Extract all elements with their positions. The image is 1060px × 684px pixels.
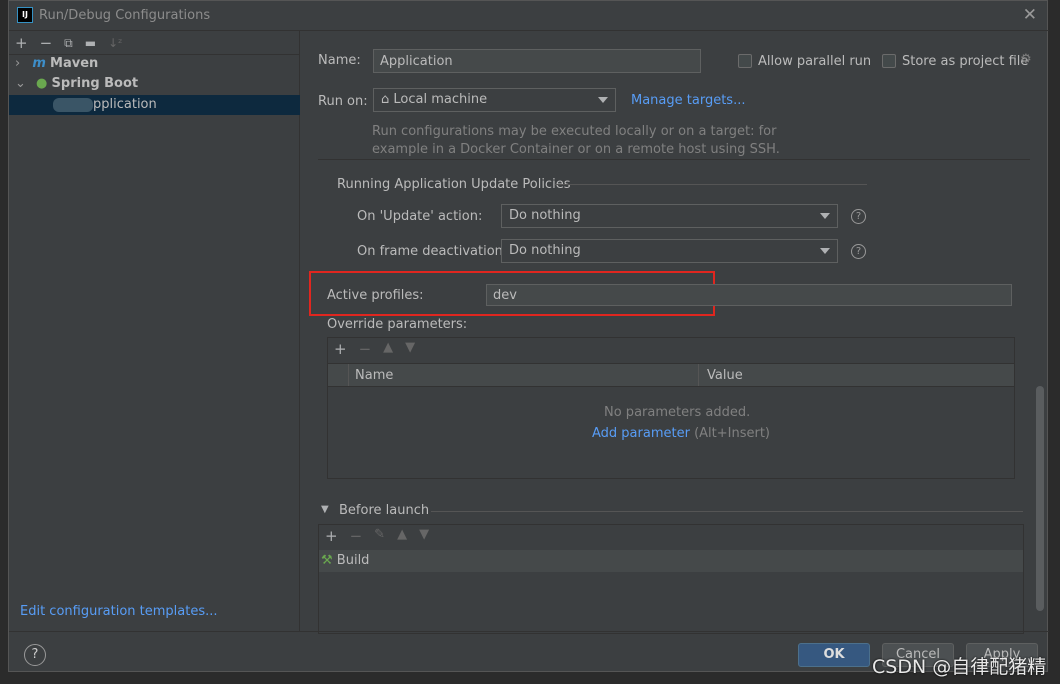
tree-item-maven[interactable]: › m Maven xyxy=(15,56,300,76)
override-params-table: + − ▲ ▼ Name Value No parameters added. … xyxy=(327,337,1015,479)
plus-icon[interactable]: + xyxy=(325,527,338,545)
intellij-logo: IJ xyxy=(17,7,33,23)
maven-icon: m xyxy=(32,56,46,71)
manage-targets-link[interactable]: Manage targets... xyxy=(631,93,745,108)
spring-boot-icon: ● xyxy=(36,76,48,91)
tree-label: Maven xyxy=(50,56,99,71)
run-on-hint: example in a Docker Container or on a re… xyxy=(372,142,780,157)
run-debug-dialog: IJ Run/Debug Configurations ✕ + − ⧉ ▬ ↓ᶻ… xyxy=(8,0,1049,672)
policies-title: Running Application Update Policies xyxy=(337,177,571,192)
frame-value: Do nothing xyxy=(509,243,581,258)
move-down-icon[interactable]: ▼ xyxy=(419,527,429,545)
profiles-label: Active profiles: xyxy=(327,288,424,303)
minus-icon[interactable]: − xyxy=(350,527,363,545)
override-label: Override parameters: xyxy=(327,317,468,332)
frame-deactivation-select[interactable]: Do nothing xyxy=(501,239,838,263)
collapse-icon[interactable]: ▼ xyxy=(321,504,329,515)
help-button[interactable]: ? xyxy=(24,644,46,666)
hammer-icon: ⚒ xyxy=(321,553,333,568)
frame-label: On frame deactivation: xyxy=(357,244,508,259)
title-bar: IJ Run/Debug Configurations ✕ xyxy=(9,1,1049,31)
allow-parallel-label: Allow parallel run xyxy=(758,54,872,69)
copy-icon[interactable]: ⧉ xyxy=(64,36,73,51)
tree-item-spring-boot[interactable]: ⌄ ● Spring Boot xyxy=(15,76,300,96)
build-label: Build xyxy=(336,553,370,568)
run-on-select[interactable]: ⌂ Local machine xyxy=(373,88,616,112)
ok-button[interactable]: OK xyxy=(798,643,870,667)
store-project-checkbox[interactable] xyxy=(882,54,896,68)
tree-label: pplication xyxy=(93,97,157,112)
active-profiles-input[interactable] xyxy=(486,284,1012,306)
config-tree-panel: + − ⧉ ▬ ↓ᶻ › m Maven ⌄ ● Spring Boot ppl… xyxy=(9,31,300,631)
shortcut-hint: (Alt+Insert) xyxy=(694,426,771,441)
run-on-hint: Run configurations may be executed local… xyxy=(372,124,777,139)
config-form: Name: Allow parallel run Store as projec… xyxy=(301,31,1049,634)
column-header-value[interactable]: Value xyxy=(707,368,743,383)
name-input[interactable] xyxy=(373,49,701,73)
help-icon[interactable]: ? xyxy=(851,244,866,259)
plus-icon[interactable]: + xyxy=(15,34,28,52)
update-action-select[interactable]: Do nothing xyxy=(501,204,838,228)
edit-icon[interactable]: ✎ xyxy=(374,527,385,545)
empty-state-text: No parameters added. xyxy=(604,405,751,420)
home-icon: ⌂ xyxy=(381,92,390,107)
list-item-build[interactable]: ⚒ Build xyxy=(319,550,1023,572)
allow-parallel-checkbox[interactable] xyxy=(738,54,752,68)
update-value: Do nothing xyxy=(509,208,581,223)
move-down-icon[interactable]: ▼ xyxy=(405,340,415,358)
tree-item-application[interactable]: pplication xyxy=(9,95,300,115)
move-up-icon[interactable]: ▲ xyxy=(383,340,393,358)
new-folder-icon[interactable]: ▬ xyxy=(85,36,96,50)
move-up-icon[interactable]: ▲ xyxy=(397,527,407,545)
plus-icon[interactable]: + xyxy=(334,340,347,358)
column-header-name[interactable]: Name xyxy=(355,368,393,383)
store-project-label: Store as project file xyxy=(902,54,1029,69)
watermark: CSDN @自律配猪精 xyxy=(872,656,1047,678)
before-launch-list: + − ✎ ▲ ▼ ⚒ Build xyxy=(318,524,1024,634)
tree-label: Spring Boot xyxy=(51,76,139,91)
blurred-icon xyxy=(53,97,93,112)
scrollbar[interactable] xyxy=(1036,386,1044,611)
edit-templates-link[interactable]: Edit configuration templates... xyxy=(20,604,218,619)
before-launch-title: Before launch xyxy=(339,503,430,518)
run-on-value: Local machine xyxy=(393,92,488,107)
help-icon[interactable]: ? xyxy=(851,209,866,224)
window-title: Run/Debug Configurations xyxy=(39,8,211,23)
minus-icon[interactable]: − xyxy=(359,340,372,358)
close-icon[interactable]: ✕ xyxy=(1023,5,1037,25)
minus-icon[interactable]: − xyxy=(40,34,53,52)
update-label: On 'Update' action: xyxy=(357,209,483,224)
name-label: Name: xyxy=(318,53,361,68)
gear-icon[interactable]: ⚙ xyxy=(1020,52,1032,67)
sort-icon[interactable]: ↓ᶻ xyxy=(108,36,122,50)
run-on-label: Run on: xyxy=(318,94,368,109)
add-parameter-link[interactable]: Add parameter xyxy=(592,426,690,441)
